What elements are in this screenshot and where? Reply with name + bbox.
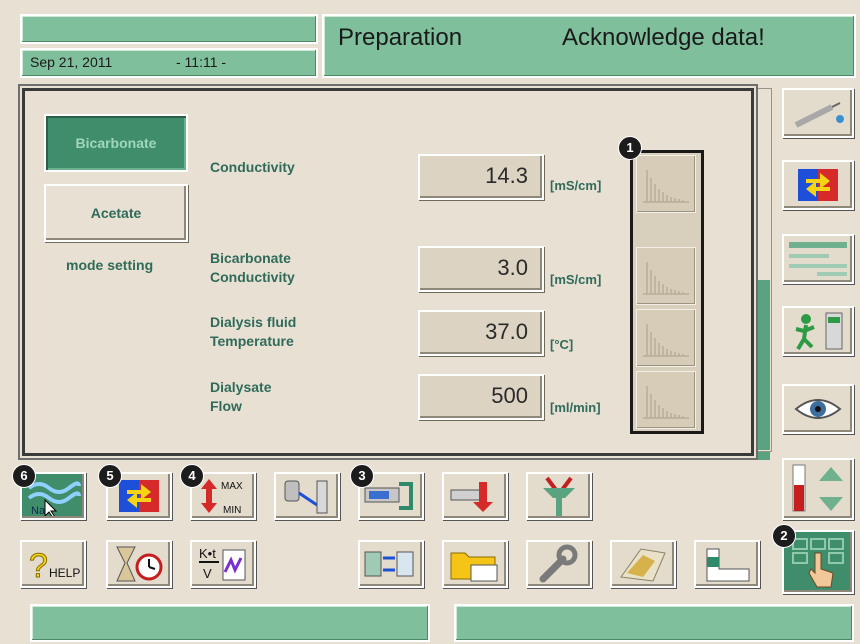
cleaning-hand-icon [620,548,666,582]
mode-title: Preparation [338,24,463,51]
profile-chart-icon [643,262,689,295]
help-label: HELP [49,566,80,580]
patient-exit-icon [795,312,843,351]
disconnect-patient-button[interactable] [782,306,854,356]
profile-chart-icon [643,324,689,357]
mode-setting-caption: mode setting [66,257,154,273]
date-text: Sep 21, 2011 [30,54,113,70]
v-label: V [203,566,212,581]
status-bar-right [454,604,854,642]
patient-arm-button[interactable] [694,540,760,588]
dialysis-temperature-value-field[interactable]: 37.0 [418,310,544,356]
param-label-line: Conductivity [210,269,295,285]
hourglass-clock-icon [116,546,163,582]
status-header-panel: Preparation Acknowledge data! [322,14,856,78]
syringe-button[interactable] [782,88,854,138]
bicarbonate-profile-button[interactable] [636,247,696,305]
files-button[interactable] [442,540,508,588]
min-label: MIN [223,505,241,516]
finger-touch-icon [792,538,844,588]
syringe-stop-button[interactable] [442,472,508,520]
dialysate-flow-unit: [ml/min] [550,400,601,415]
settings-list-icon [789,242,847,276]
syringe-arrow-icon [450,482,493,512]
datetime-panel: Sep 21, 2011 - 11:11 - [20,48,318,78]
help-icon: ? HELP [29,547,81,586]
conductivity-unit: [mS/cm] [550,178,602,193]
header-left-top-panel [20,14,318,44]
param-label-bicarbonate-conductivity: Bicarbonate Conductivity [210,249,295,287]
callout-badge-1: 1 [618,136,642,160]
blood-level-updown-icon [792,464,843,512]
na-label: Na [31,505,46,516]
syringe-icon [794,102,844,128]
acetate-mode-button[interactable]: Acetate [44,184,188,242]
kt-label: K•t [199,546,216,561]
bicarbonate-conductivity-value-field[interactable]: 3.0 [418,246,544,292]
folder-card-icon [450,552,498,582]
dialysis-temperature-unit: [°C] [550,337,574,352]
param-label-line: Bicarbonate [210,250,291,266]
callout-badge-6: 6 [12,464,36,488]
service-button[interactable] [526,540,592,588]
y-connector-icon [543,476,575,516]
timer-button[interactable] [106,540,172,588]
param-label-dialysis-temperature: Dialysis fluid Temperature [210,313,296,351]
profile-chart-icon [643,386,689,419]
profile-chart-icon [643,170,689,203]
ktv-clipboard-icon: K•t V [199,546,246,581]
dialysate-flow-value-field[interactable]: 500 [418,374,544,420]
callout-badge-5: 5 [98,464,122,488]
arm-cuff-icon [706,548,750,582]
conductivity-profile-button[interactable] [636,155,696,213]
bypass-button[interactable] [358,540,424,588]
dialyser-exchange-button[interactable] [782,160,854,210]
param-label-line: Flow [210,398,242,414]
connector-button[interactable] [526,472,592,520]
param-label-line: Temperature [210,333,294,349]
svg-text:?: ? [29,547,48,585]
conductivity-value-field[interactable]: 14.3 [418,154,544,200]
status-bar-left [30,604,430,642]
callout-badge-2: 2 [772,524,796,548]
param-label-conductivity: Conductivity [210,158,295,177]
profile-column [630,150,704,434]
max-label: MAX [221,481,243,492]
status-message: Acknowledge data! [562,24,765,51]
wrench-icon [539,544,578,583]
view-button[interactable] [782,384,854,434]
bicarbonate-mode-button[interactable]: Bicarbonate [44,114,188,172]
exchange-arrows-icon [798,169,838,201]
callout-badge-3: 3 [350,464,374,488]
time-text: - 11:11 - [176,54,227,70]
flow-profile-button[interactable] [636,371,696,429]
temperature-profile-button[interactable] [636,309,696,367]
callout-badge-4: 4 [180,464,204,488]
help-button[interactable]: ? HELP [20,540,86,588]
exchange-arrows-icon [119,480,159,512]
eye-icon [794,399,842,419]
param-label-line: Dialysis fluid [210,314,297,330]
param-label-line: Dialysate [210,379,272,395]
settings-list-button[interactable] [782,234,854,284]
ktv-button[interactable]: K•t V [190,540,256,588]
param-label-line: Conductivity [210,159,295,175]
bicarbonate-conductivity-unit: [mS/cm] [550,272,602,287]
filter-button[interactable] [274,472,340,520]
cleaning-button[interactable] [610,540,676,588]
blood-level-button[interactable] [782,458,854,520]
bypass-icon [364,551,414,577]
param-label-dialysate-flow: Dialysate Flow [210,378,271,416]
filter-bag-icon [284,480,328,514]
